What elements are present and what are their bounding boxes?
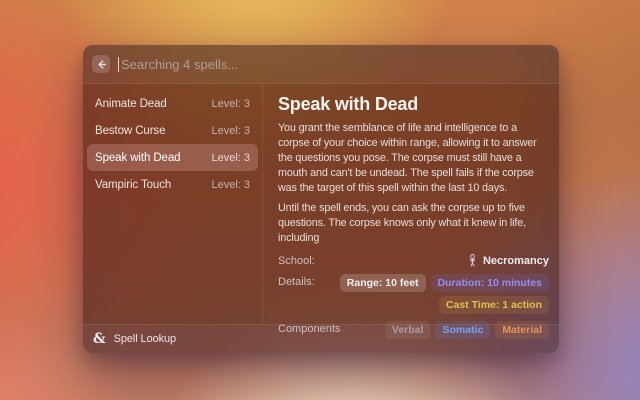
spell-level: Level: 3 (211, 179, 250, 191)
spell-name: Animate Dead (95, 98, 167, 110)
search-input[interactable] (121, 57, 550, 72)
details-row: Details: Range: 10 feet Duration: 10 minu… (278, 274, 549, 314)
spell-detail-panel: Speak with Dead You grant the semblance … (263, 84, 559, 324)
spell-level: Level: 3 (211, 125, 250, 137)
back-button[interactable] (92, 55, 110, 73)
search-bar (83, 45, 559, 84)
list-item[interactable]: Animate Dead Level: 3 (87, 90, 258, 117)
school-name: Necromancy (483, 255, 549, 267)
text-cursor (118, 57, 119, 72)
badge: Duration: 10 minutes (431, 274, 549, 292)
school-row: School: Necromancy (278, 253, 549, 267)
school-value: Necromancy (467, 253, 549, 267)
arrow-left-icon (96, 59, 107, 70)
badge-line: Cast Time: 1 action (439, 296, 549, 314)
description-paragraph: You grant the semblance of life and inte… (278, 121, 549, 196)
skeleton-icon (467, 254, 478, 267)
spell-description: You grant the semblance of life and inte… (278, 121, 549, 246)
list-item[interactable]: Speak with Dead Level: 3 (87, 144, 258, 171)
list-item[interactable]: Vampiric Touch Level: 3 (87, 171, 258, 198)
spell-name: Vampiric Touch (95, 179, 171, 191)
spell-level: Level: 3 (211, 98, 250, 110)
spell-name: Speak with Dead (95, 152, 180, 164)
spell-lookup-window: Animate Dead Level: 3 Bestow Curse Level: 3… (83, 45, 559, 353)
school-label: School: (278, 253, 315, 267)
badge: Cast Time: 1 action (439, 296, 549, 314)
spell-list: Animate Dead Level: 3 Bestow Curse Level: 3… (83, 84, 263, 324)
desktop: Animate Dead Level: 3 Bestow Curse Level: 3… (0, 0, 640, 400)
badge-line: Range: 10 feet Duration: 10 minutes (340, 274, 549, 292)
window-footer: & Spell Lookup (83, 324, 559, 353)
window-body: Animate Dead Level: 3 Bestow Curse Level: 3… (83, 84, 559, 324)
spell-title: Speak with Dead (278, 93, 549, 116)
description-paragraph: Until the spell ends, you can ask the co… (278, 201, 549, 246)
app-name: Spell Lookup (114, 333, 176, 345)
details-badges: Range: 10 feet Duration: 10 minutes Cast T… (340, 274, 549, 314)
spell-level: Level: 3 (211, 152, 250, 164)
badge: Range: 10 feet (340, 274, 426, 292)
spell-name: Bestow Curse (95, 125, 165, 137)
dnd-ampersand-icon: & (93, 332, 106, 346)
list-item[interactable]: Bestow Curse Level: 3 (87, 117, 258, 144)
details-label: Details: (278, 274, 315, 288)
